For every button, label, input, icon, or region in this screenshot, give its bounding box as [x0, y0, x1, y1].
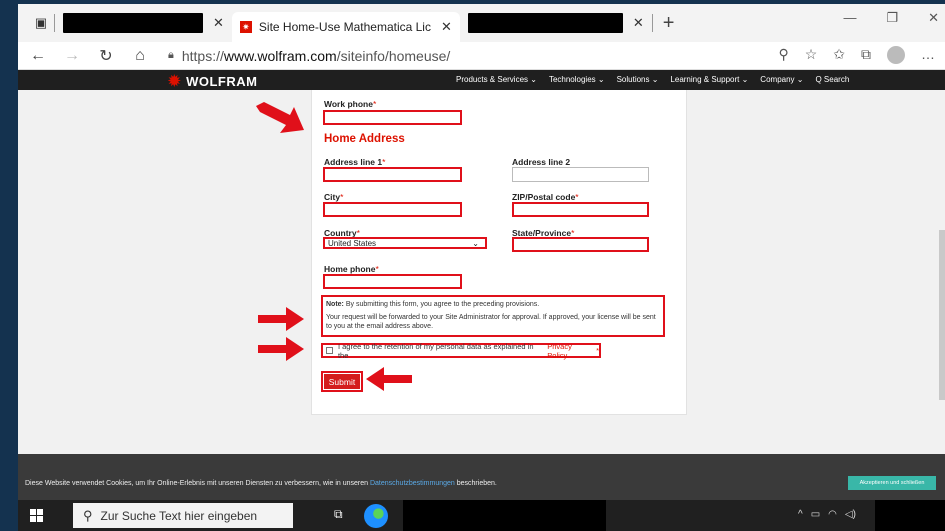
note-line: Note: By submitting this form, you agree… [326, 301, 540, 308]
back-icon[interactable]: ← [24, 47, 52, 65]
url-domain: www.wolfram.com [223, 47, 337, 64]
redacted-block [63, 13, 203, 33]
restore-icon[interactable]: ❐ [886, 10, 898, 26]
address2-input[interactable] [512, 167, 649, 182]
collections-icon[interactable]: ⧉ [861, 46, 871, 64]
lock-icon[interactable]: 🔒︎ [168, 49, 174, 62]
tray-chevron-icon[interactable]: ^ [798, 509, 803, 520]
close-tab-icon[interactable]: ✕ [633, 15, 644, 31]
privacy-checkbox[interactable] [326, 347, 333, 354]
city-input[interactable] [323, 202, 462, 217]
wolfram-logo[interactable]: ✹ WOLFRAM [168, 72, 257, 90]
zip-label: ZIP/Postal code* [512, 192, 579, 202]
city-label: City* [324, 192, 344, 202]
annotation-arrow-3 [258, 337, 304, 361]
url-field[interactable]: 🔒︎ https://www.wolfram.com/siteinfo/home… [168, 48, 450, 64]
volume-icon[interactable]: ◁) [845, 509, 856, 520]
page-body: Work phone* Home Address Address line 1*… [18, 90, 945, 454]
windows-start-icon[interactable] [30, 509, 43, 522]
nav-search[interactable]: Q Search [815, 75, 849, 84]
address2-label: Address line 2 [512, 157, 571, 167]
privacy-consent: I agree to the retention of my personal … [321, 341, 601, 360]
site-nav: ✹ WOLFRAM Products & Services ⌄ Technolo… [18, 70, 945, 90]
nav-learning[interactable]: Learning & Support ⌄ [670, 75, 748, 84]
chevron-down-icon: ⌄ [472, 238, 479, 248]
country-select[interactable]: United States ⌄ [323, 237, 487, 249]
cookie-banner: Diese Website verwendet Cookies, um Ihr … [18, 454, 945, 500]
note-approval: Your request will be forwarded to your S… [326, 314, 656, 331]
tab-separator [651, 14, 653, 32]
work-phone-label: Work phone* [324, 99, 377, 109]
redacted-block [467, 13, 623, 33]
windows-taskbar: ⚲ Zur Suche Text hier eingeben ⧉ ^ ▭ ◠ ◁… [18, 500, 945, 531]
redacted-block [875, 500, 945, 531]
reload-icon[interactable]: ↻ [92, 46, 120, 66]
cookie-text: Diese Website verwendet Cookies, um Ihr … [25, 480, 497, 487]
browser-tab-bar: ▣ ✕ ✷ Site Home-Use Mathematica Lic ✕ ✕ … [18, 4, 945, 42]
url-path: /siteinfo/homeuse/ [336, 47, 451, 64]
battery-icon[interactable]: ▭ [811, 509, 820, 520]
search-icon: ⚲ [83, 507, 93, 523]
minimize-icon[interactable]: — [843, 10, 856, 26]
toolbar-icons: ⚲ ☆ ✩ ⧉ … [778, 46, 935, 64]
logo-text: WOLFRAM [186, 73, 258, 89]
window-controls: — ❐ ✕ [843, 10, 939, 26]
wolfram-favicon-icon: ✷ [239, 21, 252, 33]
taskbar-search[interactable]: ⚲ Zur Suche Text hier eingeben [73, 503, 293, 528]
wifi-icon[interactable]: ◠ [828, 509, 837, 520]
annotation-arrow-4 [366, 367, 412, 391]
url-prefix: https:// [181, 47, 224, 64]
accept-cookies-button[interactable]: Akzeptieren und schließen [848, 476, 936, 490]
tab-redacted-2[interactable]: ✕ [460, 8, 652, 38]
favorites-icon[interactable]: ✩ [833, 46, 845, 64]
wolfram-spikey-icon: ✹ [168, 73, 182, 90]
close-tab-icon[interactable]: ✕ [213, 15, 224, 31]
annotation-arrow-1 [256, 102, 304, 133]
task-view-icon[interactable]: ⧉ [334, 507, 343, 522]
tab-active[interactable]: ✷ Site Home-Use Mathematica Lic ✕ [231, 12, 460, 42]
nav-company[interactable]: Company ⌄ [760, 75, 803, 84]
zip-input[interactable] [512, 202, 649, 217]
close-window-icon[interactable]: ✕ [928, 10, 939, 26]
close-tab-icon[interactable]: ✕ [441, 19, 452, 35]
submit-button[interactable]: Submit [321, 371, 363, 392]
privacy-link[interactable]: Datenschutzbestimmungen [370, 480, 455, 487]
home-icon[interactable]: ⌂ [126, 47, 154, 65]
work-phone-input[interactable] [323, 110, 462, 125]
site-menu: Products & Services ⌄ Technologies ⌄ Sol… [456, 75, 849, 84]
nav-products[interactable]: Products & Services ⌄ [456, 75, 537, 84]
nav-technologies[interactable]: Technologies ⌄ [549, 75, 605, 84]
new-tab-button[interactable]: + [663, 12, 675, 35]
zoom-icon[interactable]: ⚲ [778, 46, 788, 64]
tab-actions-icon[interactable]: ▣ [28, 10, 54, 36]
annotation-arrow-2 [258, 307, 304, 331]
note-box: Note: By submitting this form, you agree… [321, 295, 665, 337]
more-icon[interactable]: … [921, 46, 935, 64]
privacy-policy-link[interactable]: Privacy Policy. [547, 342, 595, 360]
address1-label: Address line 1* [324, 157, 386, 167]
consent-text: I agree to the retention of my personal … [337, 341, 534, 360]
page-scrollbar[interactable] [939, 230, 945, 400]
tab-redacted-1[interactable]: ✕ [55, 8, 232, 38]
address1-input[interactable] [323, 167, 462, 182]
address-bar: ← → ↻ ⌂ 🔒︎ https://www.wolfram.com/sitei… [18, 42, 945, 70]
favorite-add-icon[interactable]: ☆ [805, 46, 818, 64]
system-tray: ^ ▭ ◠ ◁) [798, 509, 856, 520]
home-address-heading: Home Address [324, 133, 405, 145]
required-mark: * [596, 346, 599, 355]
home-phone-input[interactable] [323, 274, 462, 289]
forward-icon[interactable]: → [58, 47, 86, 65]
taskbar-search-placeholder: Zur Suche Text hier eingeben [100, 508, 258, 523]
home-phone-label: Home phone* [324, 264, 379, 274]
country-value: United States [328, 238, 377, 248]
profile-avatar[interactable] [887, 46, 905, 64]
nav-solutions[interactable]: Solutions ⌄ [617, 75, 659, 84]
redacted-block [403, 500, 606, 531]
edge-browser-icon[interactable] [364, 504, 388, 528]
tab-title: Site Home-Use Mathematica Lic [258, 20, 431, 34]
state-input[interactable] [512, 237, 649, 252]
